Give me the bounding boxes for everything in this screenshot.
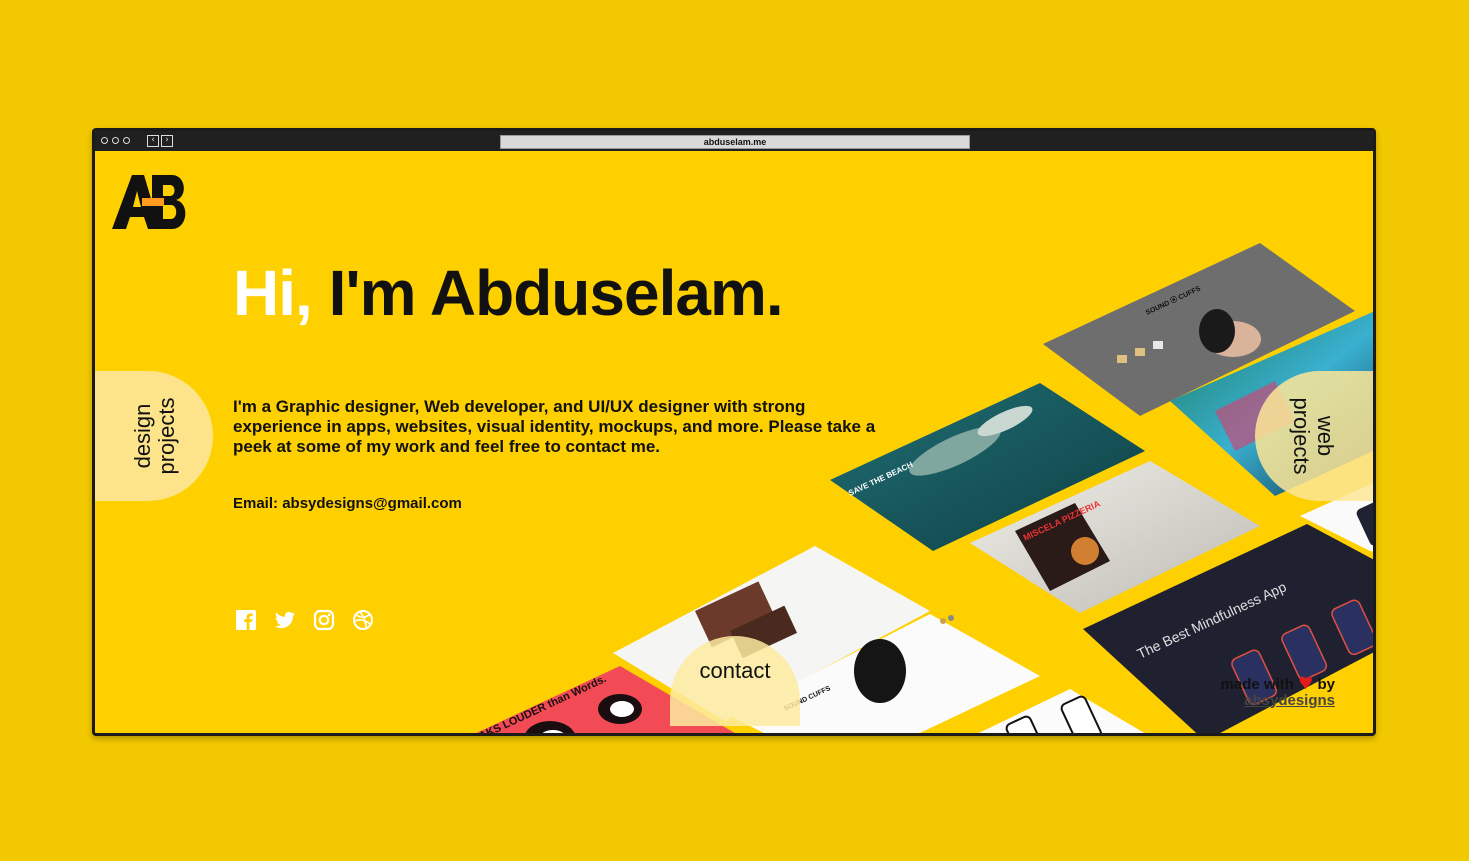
email-address[interactable]: absydesigns@gmail.com [282, 495, 462, 512]
made-with-credit: made with ♥ by absydesigns [1221, 676, 1335, 709]
hero-description: I'm a Graphic designer, Web developer, a… [233, 397, 876, 456]
email-line: Email: absydesigns@gmail.com [233, 495, 462, 512]
window-close-dot[interactable] [101, 137, 108, 144]
design-projects-tab[interactable]: design projects [95, 371, 213, 501]
web-projects-tab[interactable]: web projects [1255, 371, 1373, 501]
heart-icon: ♥ [1298, 674, 1314, 694]
made-with-text: made with [1220, 676, 1294, 693]
email-label: Email: [233, 495, 279, 512]
address-bar[interactable]: abduselam.me [500, 135, 970, 149]
contact-label: contact [699, 658, 771, 683]
window-minimize-dot[interactable] [112, 137, 119, 144]
browser-toolbar: ‹ › abduselam.me [95, 131, 1373, 151]
hero-greeting-hi: Hi, [233, 257, 313, 329]
hero-greeting-name: I'm Abduselam. [311, 257, 784, 329]
browser-window: ‹ › abduselam.me SOUND ⦿ CUFFS SAVE THE … [92, 128, 1376, 736]
twitter-icon[interactable] [274, 609, 296, 631]
design-projects-label: design projects [130, 397, 179, 475]
web-projects-label: web projects [1289, 397, 1338, 475]
site-logo[interactable] [110, 171, 190, 233]
author-link[interactable]: absydesigns [1244, 692, 1335, 709]
window-maximize-dot[interactable] [123, 137, 130, 144]
hero-title: Hi, I'm Abduselam. [233, 256, 784, 330]
instagram-icon[interactable] [313, 609, 335, 631]
dribbble-icon[interactable] [352, 609, 374, 631]
facebook-icon[interactable] [235, 609, 257, 631]
back-icon[interactable]: ‹ [147, 135, 159, 147]
forward-icon[interactable]: › [161, 135, 173, 147]
made-by-text: by [1317, 676, 1335, 693]
